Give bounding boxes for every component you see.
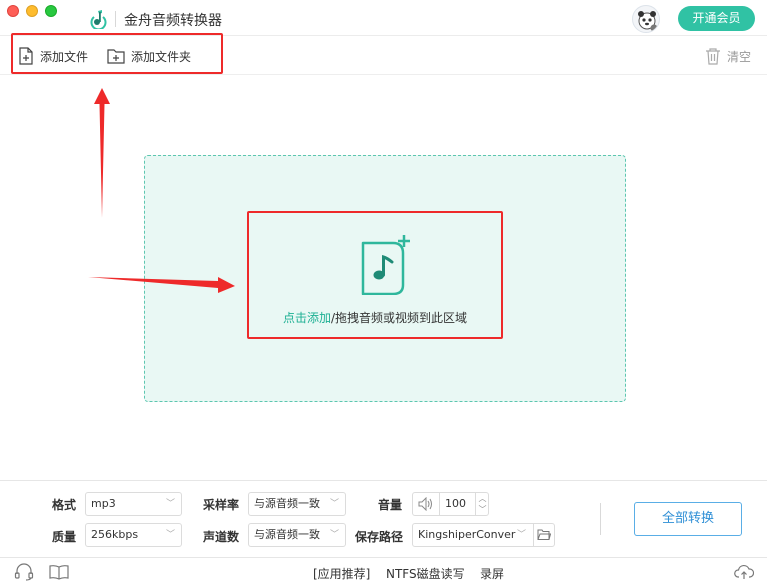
window-minimize-button[interactable] [26, 5, 38, 17]
window-maximize-button[interactable] [45, 5, 57, 17]
chevron-down-icon: ﹀ [329, 530, 339, 540]
chevron-up-icon[interactable]: ︿ [476, 493, 489, 504]
convert-all-button[interactable]: 全部转换 [634, 502, 742, 536]
ntfs-link[interactable]: NTFS磁盘读写 [386, 565, 465, 582]
cloud-upload-icon[interactable] [734, 563, 754, 581]
settings-divider [600, 503, 601, 535]
music-note-logo-icon [90, 10, 107, 29]
click-to-add-link[interactable]: 点击添加 [283, 311, 331, 325]
add-music-icon[interactable] [360, 235, 412, 295]
chevron-down-icon: ﹀ [329, 499, 339, 509]
format-value: mp3 [91, 497, 116, 510]
folder-open-icon[interactable] [537, 529, 551, 541]
format-select[interactable]: mp3 ﹀ [85, 492, 182, 516]
window-close-button[interactable] [7, 5, 19, 17]
save-path-label: 保存路径 [355, 530, 404, 544]
trash-icon [706, 48, 720, 65]
add-file-label: 添加文件 [40, 49, 89, 64]
add-folder-label: 添加文件夹 [131, 49, 192, 64]
screen-record-link[interactable]: 录屏 [480, 565, 504, 582]
drag-hint-text: /拖拽音频或视频到此区域 [330, 311, 468, 325]
quality-select[interactable]: 256kbps ﹀ [85, 523, 182, 547]
title-bar: 金舟音频转换器 开通会员 [0, 0, 767, 36]
clear-button[interactable]: 清空 [705, 46, 751, 66]
speaker-icon[interactable] [418, 497, 434, 511]
avatar-icon [638, 11, 658, 32]
output-settings-panel: 格式 mp3 ﹀ 质量 256kbps ﹀ 采样率 与源音频一致 ﹀ 声道数 与… [0, 480, 767, 557]
chevron-down-icon[interactable]: ﹀ [517, 524, 526, 546]
quality-value: 256kbps [91, 528, 139, 541]
volume-stepper[interactable]: 100 ︿ ﹀ [412, 492, 489, 516]
add-file-icon [19, 47, 33, 65]
channels-label: 声道数 [203, 530, 240, 544]
title-separator [115, 11, 116, 27]
app-recommend-link[interactable]: [应用推荐] [313, 565, 370, 582]
book-guide-icon[interactable] [49, 563, 69, 581]
volume-label: 音量 [378, 498, 403, 512]
volume-step-buttons[interactable]: ︿ ﹀ [475, 493, 489, 515]
headset-support-icon[interactable] [14, 563, 34, 581]
status-bar: [应用推荐] NTFS磁盘读写 录屏 [0, 557, 767, 585]
drop-zone-hint: 点击添加/拖拽音频或视频到此区域 [248, 309, 502, 326]
chevron-down-icon[interactable]: ﹀ [476, 504, 489, 515]
app-title: 金舟音频转换器 [124, 13, 222, 29]
user-avatar[interactable] [632, 5, 660, 33]
clear-label: 清空 [727, 49, 752, 64]
add-folder-icon [107, 49, 125, 64]
add-folder-button[interactable]: 添加文件夹 [107, 46, 191, 66]
sample-rate-select[interactable]: 与源音频一致 ﹀ [248, 492, 346, 516]
save-path-select[interactable]: KingshiperConver ﹀ [412, 523, 555, 547]
annotation-arrow-up [94, 88, 110, 218]
format-label: 格式 [52, 498, 77, 512]
path-separator [533, 524, 534, 546]
quality-label: 质量 [52, 530, 77, 544]
chevron-down-icon: ﹀ [165, 530, 175, 540]
channels-select[interactable]: 与源音频一致 ﹀ [248, 523, 346, 547]
chevron-down-icon: ﹀ [165, 499, 175, 509]
save-path-value: KingshiperConver [418, 528, 516, 541]
volume-value[interactable]: 100 [445, 493, 466, 515]
vip-membership-button[interactable]: 开通会员 [678, 6, 755, 31]
channels-value: 与源音频一致 [254, 528, 320, 541]
add-file-button[interactable]: 添加文件 [18, 46, 88, 66]
sample-rate-value: 与源音频一致 [254, 497, 320, 510]
sample-rate-label: 采样率 [203, 498, 240, 512]
toolbar: 添加文件 添加文件夹 清空 [0, 37, 767, 75]
volume-separator [439, 493, 440, 515]
